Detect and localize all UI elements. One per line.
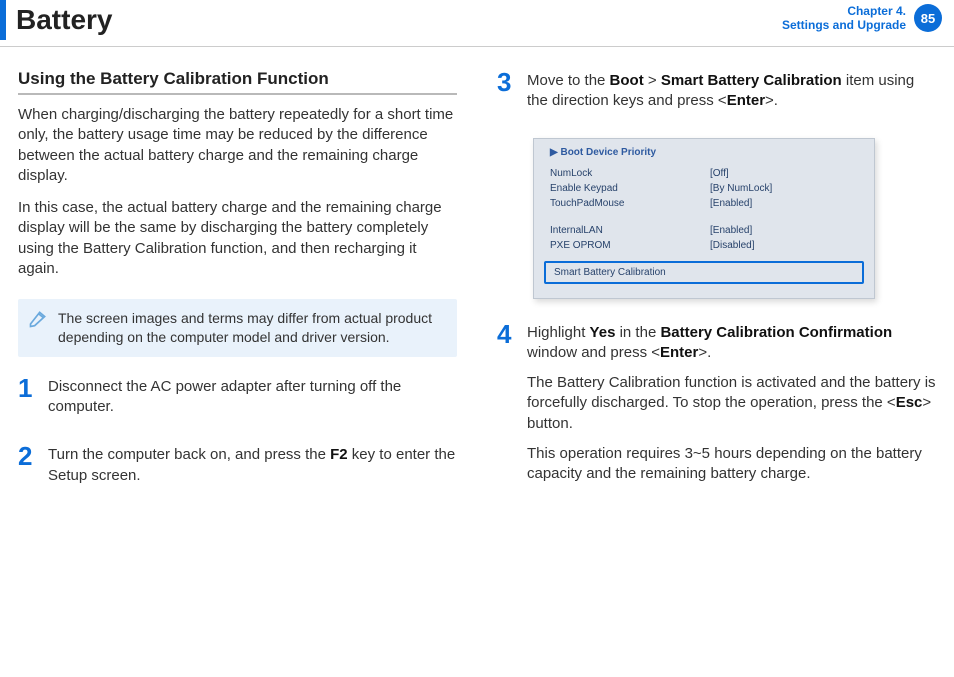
step-3-text: Move to the Boot > Smart Battery Calibra… [527,71,936,112]
step-4: 4 Highlight Yes in the Battery Calibrati… [497,321,936,495]
page-title: Battery [16,0,112,40]
chapter-block: Chapter 4. Settings and Upgrade 85 [782,0,954,32]
note-icon [28,309,48,329]
bios-label: NumLock [550,166,710,181]
chapter-text: Chapter 4. Settings and Upgrade [782,4,906,32]
section-heading: Using the Battery Calibration Function [18,69,457,95]
bios-label: InternalLAN [550,223,710,238]
title-accent-bar [0,0,6,40]
bios-row: PXE OPROM[Disabled] [550,238,858,253]
intro-para-2: In this case, the actual battery charge … [18,198,457,279]
bios-highlight: Smart Battery Calibration [544,261,864,284]
intro-para-1: When charging/discharging the battery re… [18,105,457,186]
step-4-p3: This operation requires 3~5 hours depend… [527,444,936,485]
bios-label: TouchPadMouse [550,196,710,211]
step-2-text: Turn the computer back on, and press the… [48,445,457,486]
step-1: 1 Disconnect the AC power adapter after … [18,375,457,428]
bios-group-2: InternalLAN[Enabled]PXE OPROM[Disabled] [534,221,874,255]
bios-value: [Enabled] [710,223,752,238]
content-columns: Using the Battery Calibration Function W… [0,47,954,512]
note-box: The screen images and terms may differ f… [18,299,457,357]
bios-header: ▶ Boot Device Priority [534,147,874,164]
bios-value: [Enabled] [710,196,752,211]
bios-row: TouchPadMouse[Enabled] [550,196,858,211]
step-3: 3 Move to the Boot > Smart Battery Calib… [497,69,936,122]
step-4-p2: The Battery Calibration function is acti… [527,373,936,434]
left-column: Using the Battery Calibration Function W… [18,69,457,512]
page-header: Battery Chapter 4. Settings and Upgrade … [0,0,954,47]
step-1-text: Disconnect the AC power adapter after tu… [48,377,457,418]
bios-group-1: NumLock[Off]Enable Keypad[By NumLock]Tou… [534,164,874,213]
bios-value: [By NumLock] [710,181,772,196]
step-2: 2 Turn the computer back on, and press t… [18,443,457,496]
bios-label: Enable Keypad [550,181,710,196]
step-body: Disconnect the AC power adapter after tu… [48,375,457,428]
bios-value: [Disabled] [710,238,754,253]
note-text: The screen images and terms may differ f… [58,310,432,345]
bios-value: [Off] [710,166,729,181]
bios-row: Enable Keypad[By NumLock] [550,181,858,196]
page-number-badge: 85 [914,4,942,32]
right-column: 3 Move to the Boot > Smart Battery Calib… [497,69,936,512]
bios-spacer [534,213,874,221]
bios-row: InternalLAN[Enabled] [550,223,858,238]
step-number: 3 [497,69,527,122]
step-number: 2 [18,443,48,496]
bios-label: PXE OPROM [550,238,710,253]
step-number: 4 [497,321,527,495]
bios-screenshot: ▶ Boot Device Priority NumLock[Off]Enabl… [533,138,875,299]
title-wrap: Battery [0,0,112,40]
bios-row: NumLock[Off] [550,166,858,181]
step-body: Move to the Boot > Smart Battery Calibra… [527,69,936,122]
step-number: 1 [18,375,48,428]
step-body: Highlight Yes in the Battery Calibration… [527,321,936,495]
chapter-line2: Settings and Upgrade [782,18,906,32]
step-4-text: Highlight Yes in the Battery Calibration… [527,323,936,364]
chapter-line1: Chapter 4. [782,4,906,18]
step-body: Turn the computer back on, and press the… [48,443,457,496]
